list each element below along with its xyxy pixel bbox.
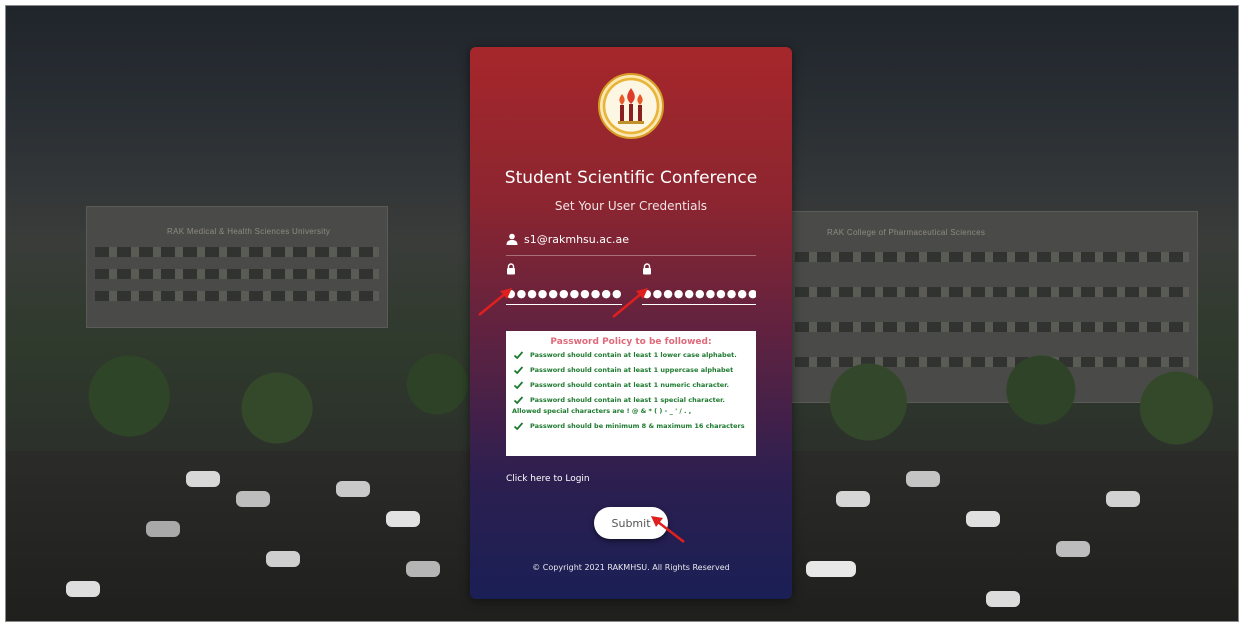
annotation-arrow-icon: [478, 288, 512, 316]
check-icon: [514, 351, 523, 359]
annotation-arrow-icon: [612, 288, 648, 318]
annotation-arrow-icon: [651, 516, 685, 543]
lock-icon: [507, 263, 515, 275]
password-policy-box: Password Policy to be followed: Password…: [506, 331, 756, 456]
page-title: Student Scientific Conference: [504, 168, 758, 188]
policy-rule: Password should contain at least 1 numer…: [512, 380, 750, 391]
screenshot-frame: RAK Medical & Health Sciences University…: [5, 5, 1239, 622]
left-building: RAK Medical & Health Sciences University: [86, 206, 388, 328]
policy-title: Password Policy to be followed:: [550, 337, 712, 347]
login-link[interactable]: Click here to Login: [506, 474, 590, 484]
page-subtitle: Set Your User Credentials: [554, 199, 708, 213]
policy-rule: Password should contain at least 1 lower…: [512, 350, 750, 361]
check-icon: [514, 381, 523, 389]
check-icon: [514, 396, 523, 404]
confirm-password-input[interactable]: [642, 282, 756, 305]
email-field[interactable]: s1@rakmhsu.ac.ae: [506, 231, 756, 256]
policy-rule: Password should contain at least 1 speci…: [512, 396, 725, 415]
policy-rule: Password should be minimum 8 & maximum 1…: [512, 421, 750, 432]
university-logo: [598, 73, 664, 139]
user-icon: [506, 233, 518, 245]
policy-rule: Password should contain at least 1 upper…: [512, 365, 750, 376]
left-building-label: RAK Medical & Health Sciences University: [167, 227, 331, 236]
check-icon: [514, 366, 523, 374]
lock-icon: [643, 263, 651, 275]
email-value: s1@rakmhsu.ac.ae: [524, 233, 630, 246]
torch-emblem-icon: [618, 88, 644, 124]
check-icon: [514, 422, 523, 430]
right-building-label: RAK College of Pharmaceutical Sciences: [827, 228, 986, 237]
copyright-text: © Copyright 2021 RAKMHSU. All Rights Res…: [532, 563, 730, 572]
credentials-card: Student Scientific Conference Set Your U…: [470, 47, 792, 599]
password-input[interactable]: [506, 282, 622, 305]
